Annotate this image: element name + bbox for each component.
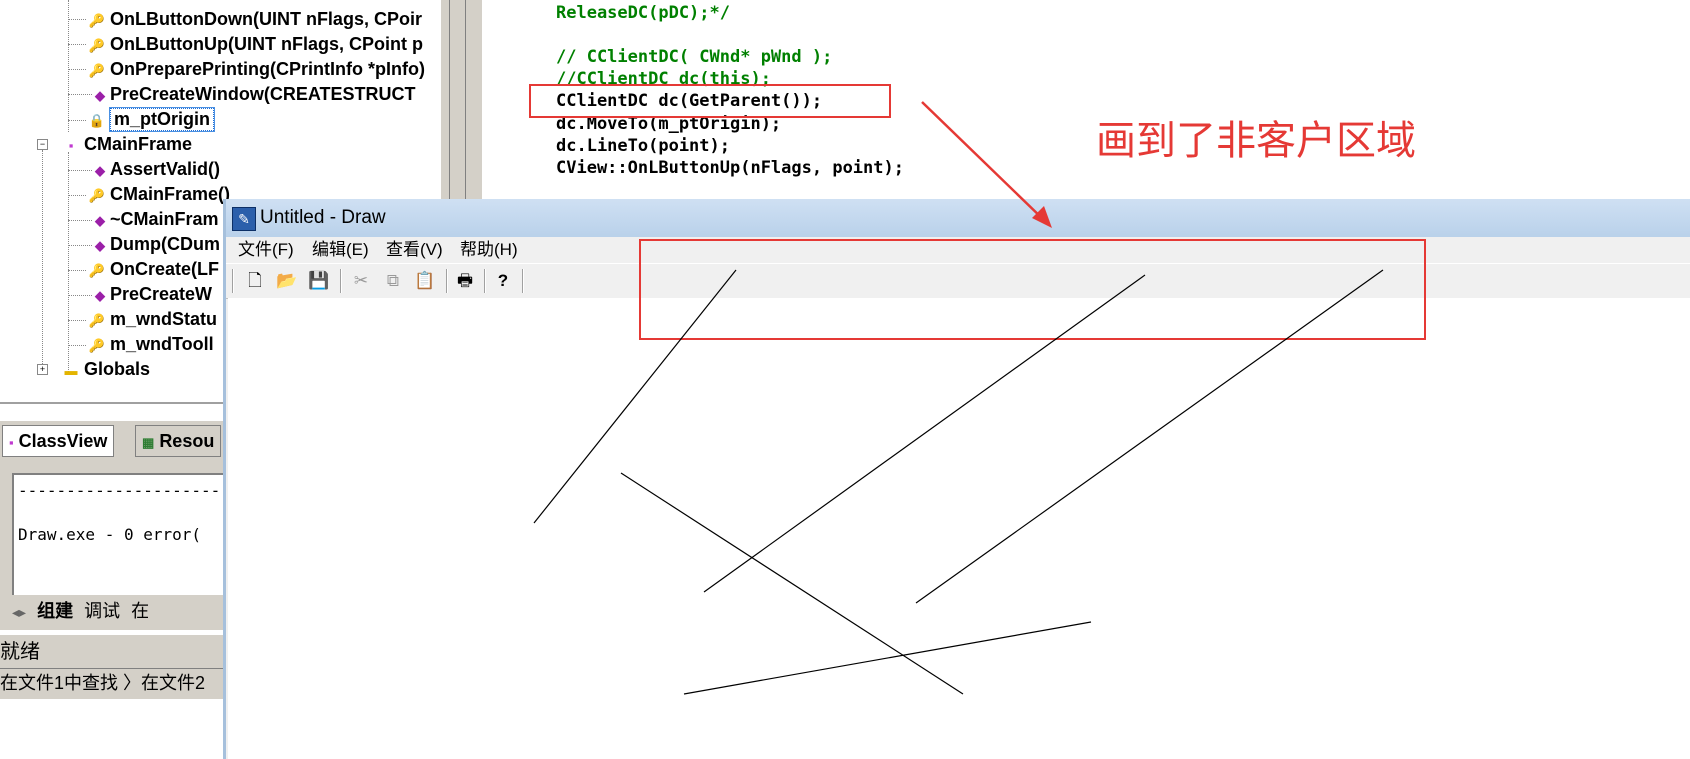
drawing-canvas[interactable] (228, 298, 1690, 759)
output-text-area[interactable]: ------------------------ Draw.exe - 0 er… (12, 473, 244, 595)
expand-icon[interactable]: + (37, 364, 48, 375)
tree-item[interactable]: ◆ PreCreateWindow(CREATESTRUCT (92, 82, 416, 107)
tree-item[interactable]: 🔑 m_wndTooll (86, 332, 214, 357)
key-method-icon: 🔑 (88, 63, 106, 78)
status-text: 就绪 (0, 641, 40, 663)
app-icon: ✎ (232, 207, 256, 231)
window-title: Untitled - Draw (260, 207, 386, 228)
code-line: // CClientDC( CWnd* pWnd ); (556, 47, 833, 67)
tree-item[interactable]: 🔑 OnLButtonDown(UINT nFlags, CPoir (86, 7, 422, 32)
find-tabs-bar: 在文件1中查找 〉在文件2 (0, 668, 230, 699)
key-method-icon: 🔑 (88, 188, 106, 203)
class-icon: ▪ (9, 435, 14, 450)
status-bar: 就绪 (0, 634, 230, 669)
class-icon: ▪ (68, 138, 74, 153)
menu-edit[interactable]: 编辑(E) (312, 239, 369, 261)
tree-item[interactable]: 🔑 OnLButtonUp(UINT nFlags, CPoint p (86, 32, 423, 57)
cut-icon[interactable]: ✂ (348, 268, 374, 294)
open-folder-icon[interactable]: 📂 (274, 268, 300, 294)
workspace-tabs: ▪ ClassView ▦ Resou (0, 420, 230, 465)
key-member-icon: 🔑 (88, 338, 106, 353)
resource-icon: ▦ (142, 435, 155, 450)
tree-item[interactable]: ◆ AssertValid() (92, 157, 220, 182)
tree-item[interactable]: ◆ PreCreateW (92, 282, 212, 307)
code-line: dc.LineTo(point); (556, 136, 730, 156)
new-file-icon[interactable]: 🗋 (242, 268, 268, 294)
tree-item[interactable]: 🔑 CMainFrame() (86, 182, 230, 207)
highlight-box-code (529, 84, 891, 118)
method-icon: ◆ (95, 238, 105, 253)
menu-file[interactable]: 文件(F) (238, 239, 294, 261)
output-pane: ------------------------ Draw.exe - 0 er… (0, 465, 244, 630)
output-line: Draw.exe - 0 error( (18, 525, 202, 544)
tab-classview[interactable]: ▪ ClassView (2, 425, 115, 457)
tab-debug[interactable]: 调试 (84, 601, 120, 621)
output-tabs: ◂▸ 组建 调试 在 (12, 597, 155, 627)
menu-view[interactable]: 查看(V) (386, 239, 443, 261)
collapse-icon[interactable]: − (37, 139, 48, 150)
tree-item[interactable]: ◆ ~CMainFram (92, 207, 219, 232)
method-icon: ◆ (95, 288, 105, 303)
method-icon: ◆ (95, 163, 105, 178)
tree-item[interactable]: ◆ Dump(CDum (92, 232, 220, 257)
save-icon[interactable]: 💾 (306, 268, 332, 294)
lock-member-icon: 🔒 (88, 113, 106, 128)
key-method-icon: 🔑 (88, 263, 106, 278)
method-icon: ◆ (95, 213, 105, 228)
tree-item-selected[interactable]: 🔒 m_ptOrigin (86, 107, 216, 132)
tab-find[interactable]: 在 (131, 601, 149, 621)
key-member-icon: 🔑 (88, 313, 106, 328)
tree-item-folder[interactable]: ▬ Globals (60, 357, 151, 382)
tab-resourceview[interactable]: ▦ Resou (135, 425, 222, 457)
key-method-icon: 🔑 (88, 13, 106, 28)
annotation-text: 画到了非客户区域 (1096, 118, 1416, 164)
method-icon: ◆ (95, 88, 105, 103)
output-line: ------------------------ (18, 481, 244, 500)
tree-item-class[interactable]: ▪ CMainFrame (60, 132, 192, 157)
tree-item[interactable]: 🔑 OnPreparePrinting(CPrintInfo *pInfo) (86, 57, 425, 82)
copy-icon[interactable]: ⧉ (380, 268, 406, 294)
scroll-arrows-icon[interactable]: ◂▸ (12, 604, 26, 620)
vertical-splitter[interactable] (440, 0, 483, 200)
print-icon[interactable]: 🖶 (452, 268, 478, 294)
tree-item[interactable]: 🔑 m_wndStatu (86, 307, 217, 332)
menu-help[interactable]: 帮助(H) (460, 239, 518, 261)
find-tabs[interactable]: 在文件1中查找 〉在文件2 (0, 673, 205, 693)
code-line: ReleaseDC(pDC);*/ (556, 3, 730, 23)
folder-icon: ▬ (64, 363, 78, 378)
tab-build[interactable]: 组建 (37, 601, 73, 621)
highlight-box-nonclient (639, 239, 1426, 340)
code-line: CView::OnLButtonUp(nFlags, point); (556, 158, 904, 178)
title-bar[interactable]: ✎ Untitled - Draw (226, 199, 1690, 237)
tree-item[interactable]: 🔑 OnCreate(LF (86, 257, 219, 282)
key-method-icon: 🔑 (88, 38, 106, 53)
help-icon[interactable]: ? (490, 268, 516, 294)
paste-icon[interactable]: 📋 (412, 268, 438, 294)
